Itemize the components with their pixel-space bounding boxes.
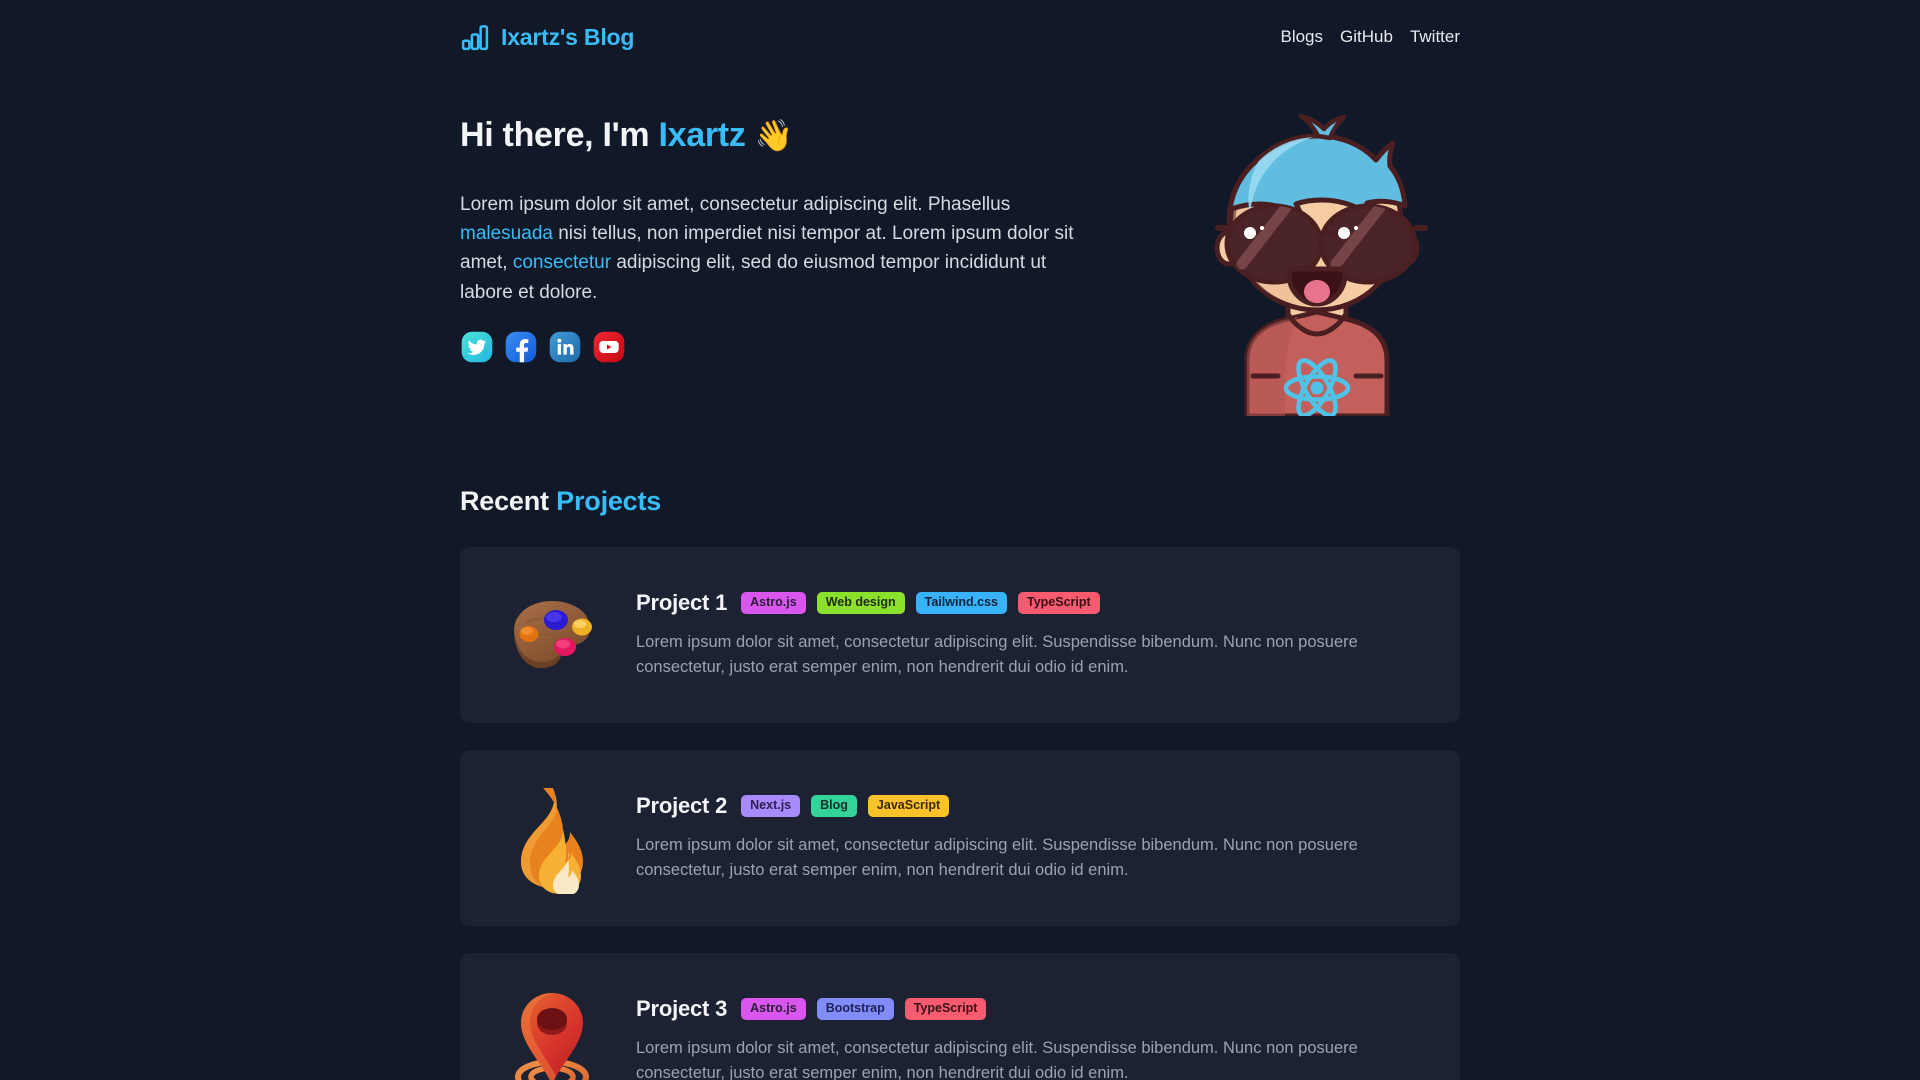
project-tag[interactable]: Blog	[811, 795, 857, 817]
linkedin-icon[interactable]	[548, 330, 582, 364]
project-name: Project 3	[636, 995, 728, 1021]
section-title: Recent Projects	[460, 486, 1460, 517]
project-tag[interactable]: TypeScript	[904, 998, 987, 1020]
project-tag[interactable]: Bootstrap	[816, 998, 894, 1020]
project-headline: Project 3 Astro.js Bootstrap TypeScript	[636, 996, 1430, 1022]
project-card[interactable]: Project 2 Next.js Blog JavaScript Lorem …	[460, 750, 1460, 926]
project-tag[interactable]: Tailwind.css	[915, 592, 1008, 614]
social-links	[460, 330, 1100, 364]
project-tag[interactable]: Astro.js	[741, 592, 806, 614]
project-body: Project 1 Astro.js Web design Tailwind.c…	[636, 590, 1430, 680]
project-tag[interactable]: TypeScript	[1018, 592, 1100, 614]
brand-link[interactable]: Ixartz's Blog	[460, 22, 634, 52]
project-name: Project 2	[636, 792, 728, 818]
project-description: Lorem ipsum dolor sit amet, consectetur …	[636, 1038, 1358, 1080]
page-root: Ixartz's Blog Blogs GitHub Twitter Hi th…	[0, 0, 1920, 1080]
nav-link-twitter[interactable]: Twitter	[1410, 27, 1460, 47]
hero-desc-part1: Lorem ipsum dolor sit amet, consectetur …	[460, 193, 1011, 215]
bar-chart-icon	[460, 22, 490, 52]
hero-text-block: Hi there, I'm Ixartz 👋 Lorem ipsum dolor…	[460, 114, 1100, 364]
project-card[interactable]: Project 3 Astro.js Bootstrap TypeScript …	[460, 953, 1460, 1080]
project-description: Lorem ipsum dolor sit amet, consectetur …	[636, 835, 1358, 879]
project-tag[interactable]: JavaScript	[867, 795, 950, 817]
hero-section: Hi there, I'm Ixartz 👋 Lorem ipsum dolor…	[460, 52, 1460, 416]
project-headline: Project 1 Astro.js Web design Tailwind.c…	[636, 590, 1430, 616]
project-headline: Project 2 Next.js Blog JavaScript	[636, 793, 1430, 819]
project-tag[interactable]: Next.js	[741, 795, 801, 817]
waving-hand-icon: 👋	[754, 118, 794, 153]
hero-desc-link-consectetur[interactable]: consectetur	[513, 252, 611, 273]
avatar	[1192, 96, 1442, 416]
project-card[interactable]: Project 1 Astro.js Web design Tailwind.c…	[460, 547, 1460, 723]
projects-section: Recent Projects Project 1 Astro.js Web d…	[460, 416, 1460, 1080]
site-header: Ixartz's Blog Blogs GitHub Twitter	[460, 0, 1460, 52]
nav-link-blogs[interactable]: Blogs	[1280, 27, 1323, 47]
section-title-prefix: Recent	[460, 486, 549, 516]
youtube-icon[interactable]	[592, 330, 626, 364]
facebook-icon[interactable]	[504, 330, 538, 364]
project-name: Project 1	[636, 589, 728, 615]
project-tag[interactable]: Web design	[816, 592, 905, 614]
map-pin-icon	[490, 979, 614, 1080]
section-title-accent: Projects	[556, 486, 662, 516]
project-body: Project 2 Next.js Blog JavaScript Lorem …	[636, 793, 1430, 883]
brand-name: Ixartz's Blog	[501, 23, 635, 50]
hero-name: Ixartz	[658, 116, 746, 154]
hero-desc-link-malesuada[interactable]: malesuada	[460, 223, 553, 244]
hero-description: Lorem ipsum dolor sit amet, consectetur …	[460, 190, 1100, 308]
main-nav: Blogs GitHub Twitter	[1280, 27, 1460, 47]
twitter-icon[interactable]	[460, 330, 494, 364]
nav-link-github[interactable]: GitHub	[1340, 27, 1393, 47]
page-container: Ixartz's Blog Blogs GitHub Twitter Hi th…	[460, 0, 1460, 1080]
hero-greeting-prefix: Hi there, I'm	[460, 116, 650, 154]
project-tag[interactable]: Astro.js	[741, 998, 806, 1020]
project-list: Project 1 Astro.js Web design Tailwind.c…	[460, 547, 1460, 1080]
project-description: Lorem ipsum dolor sit amet, consectetur …	[636, 632, 1358, 676]
project-body: Project 3 Astro.js Bootstrap TypeScript …	[636, 996, 1430, 1080]
fire-icon	[490, 776, 614, 900]
artist-palette-icon	[490, 573, 614, 697]
page-title: Hi there, I'm Ixartz 👋	[460, 114, 1100, 157]
